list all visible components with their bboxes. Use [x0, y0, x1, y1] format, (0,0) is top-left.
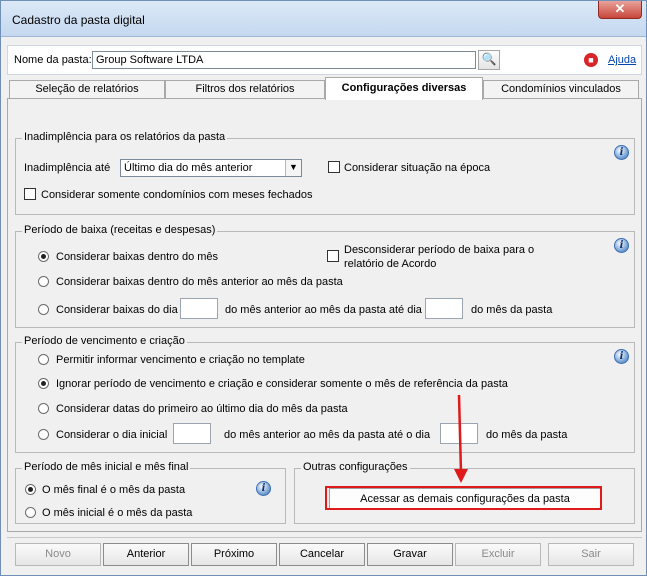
sair-button[interactable]: Sair [548, 543, 634, 566]
help-link[interactable]: Ajuda [608, 54, 636, 66]
vencimento-radio-datas[interactable] [38, 403, 49, 414]
info-icon[interactable]: i [614, 349, 629, 364]
tab-configuracoes[interactable]: Configurações diversas [325, 77, 483, 100]
desconsiderar-label-2: relatório de Acordo [344, 258, 437, 270]
nome-input[interactable]: Group Software LTDA [92, 51, 476, 69]
tab-filtros[interactable]: Filtros dos relatórios [165, 80, 325, 99]
inadimplencia-group: Inadimplência para os relatórios da past… [15, 131, 635, 215]
help-icon[interactable]: ■ [584, 53, 598, 67]
mes-final-label: O mês final é o mês da pasta [42, 484, 186, 496]
inadimplencia-ate-label: Inadimplência até [24, 162, 111, 174]
baixa-radio-mes-anterior[interactable] [38, 276, 49, 287]
mes-inicial-radio[interactable] [25, 507, 36, 518]
footer-toolbar: Novo Anterior Próximo Cancelar Gravar Ex… [7, 537, 642, 570]
meses-fechados-checkbox[interactable] [24, 188, 36, 200]
chevron-down-icon: ▼ [285, 160, 301, 176]
vencimento-title: Período de vencimento e criação [22, 335, 187, 347]
novo-button[interactable]: Novo [15, 543, 101, 566]
config-panel: Inadimplência para os relatórios da past… [7, 98, 642, 532]
baixa-title: Período de baixa (receitas e despesas) [22, 224, 218, 236]
excluir-button-label: Excluir [481, 548, 515, 560]
excluir-button[interactable]: Excluir [455, 543, 541, 566]
search-button[interactable]: 🔍 [478, 50, 500, 70]
baixa-opt1-label: Considerar baixas dentro do mês [56, 251, 219, 263]
baixa-dia-inicial-input[interactable] [180, 298, 218, 319]
gravar-button[interactable]: Gravar [367, 543, 453, 566]
vencimento-opt4-label-c: do mês da pasta [486, 429, 568, 441]
vencimento-radio-ignorar[interactable] [38, 378, 49, 389]
mes-inicial-final-group: Período de mês inicial e mês final O mês… [15, 461, 286, 524]
window-title: Cadastro da pasta digital [12, 13, 145, 27]
desconsiderar-label-1: Desconsiderar período de baixa para o [344, 244, 535, 256]
proximo-button[interactable]: Próximo [191, 543, 277, 566]
baixa-opt2-label: Considerar baixas dentro do mês anterior… [56, 276, 343, 288]
vencimento-opt1-label: Permitir informar vencimento e criação n… [56, 354, 305, 366]
info-icon[interactable]: i [614, 145, 629, 160]
binoculars-icon: 🔍 [481, 52, 497, 66]
tab-strip: Seleção de relatórios Filtros dos relató… [7, 77, 642, 100]
tab-selecao[interactable]: Seleção de relatórios [9, 80, 165, 99]
inadimplencia-title: Inadimplência para os relatórios da past… [22, 131, 228, 143]
novo-button-label: Novo [45, 548, 71, 560]
vencimento-opt2-label: Ignorar período de vencimento e criação … [56, 378, 508, 390]
epoca-checkbox[interactable] [328, 161, 340, 173]
vencimento-radio-template[interactable] [38, 354, 49, 365]
sair-button-label: Sair [581, 548, 601, 560]
folder-name-row: Nome da pasta: Group Software LTDA 🔍 ■ A… [7, 45, 642, 75]
baixa-group: Período de baixa (receitas e despesas) C… [15, 224, 635, 328]
window-close-button[interactable]: ✕ [598, 1, 642, 19]
vencimento-dia-inicial-input[interactable] [173, 423, 211, 444]
mes-inicial-final-title: Período de mês inicial e mês final [22, 461, 191, 473]
mes-final-radio[interactable] [25, 484, 36, 495]
info-icon[interactable]: i [614, 238, 629, 253]
baixa-opt3-label-a: Considerar baixas do dia [56, 304, 178, 316]
main-window: Cadastro da pasta digital ✕ Nome da past… [0, 0, 647, 576]
vencimento-opt3-label: Considerar datas do primeiro ao último d… [56, 403, 348, 415]
vencimento-group: Período de vencimento e criação Permitir… [15, 335, 635, 453]
vencimento-opt4-label-b: do mês anterior ao mês da pasta até o di… [224, 429, 431, 441]
info-icon[interactable]: i [256, 481, 271, 496]
title-bar[interactable]: Cadastro da pasta digital ✕ [1, 1, 646, 37]
tab-condominios[interactable]: Condomínios vinculados [483, 80, 639, 99]
baixa-radio-dia[interactable] [38, 304, 49, 315]
mes-inicial-label: O mês inicial é o mês da pasta [42, 507, 193, 519]
anterior-button[interactable]: Anterior [103, 543, 189, 566]
inadimplencia-select[interactable]: Último dia do mês anterior ▼ [120, 159, 302, 177]
baixa-dia-final-input[interactable] [425, 298, 463, 319]
epoca-label: Considerar situação na época [344, 162, 491, 174]
baixa-opt3-label-c: do mês da pasta [471, 304, 553, 316]
anterior-button-label: Anterior [126, 548, 166, 560]
vencimento-opt4-label-a: Considerar o dia inicial [56, 429, 168, 441]
proximo-button-label: Próximo [213, 548, 255, 560]
gravar-button-label: Gravar [393, 548, 427, 560]
meses-fechados-label: Considerar somente condomínios com meses… [41, 189, 313, 201]
baixa-opt3-label-b: do mês anterior ao mês da pasta até dia [225, 304, 422, 316]
outras-title: Outras configurações [301, 461, 410, 473]
baixa-radio-mes[interactable] [38, 251, 49, 262]
desconsiderar-checkbox[interactable] [327, 250, 339, 262]
annotation-arrow-icon [454, 394, 468, 483]
cancelar-button-label: Cancelar [299, 548, 345, 560]
vencimento-radio-dia-inicial[interactable] [38, 429, 49, 440]
highlight-box [325, 486, 602, 510]
inadimplencia-select-value: Último dia do mês anterior [124, 162, 253, 174]
cancelar-button[interactable]: Cancelar [279, 543, 365, 566]
nome-label: Nome da pasta: [14, 54, 92, 66]
